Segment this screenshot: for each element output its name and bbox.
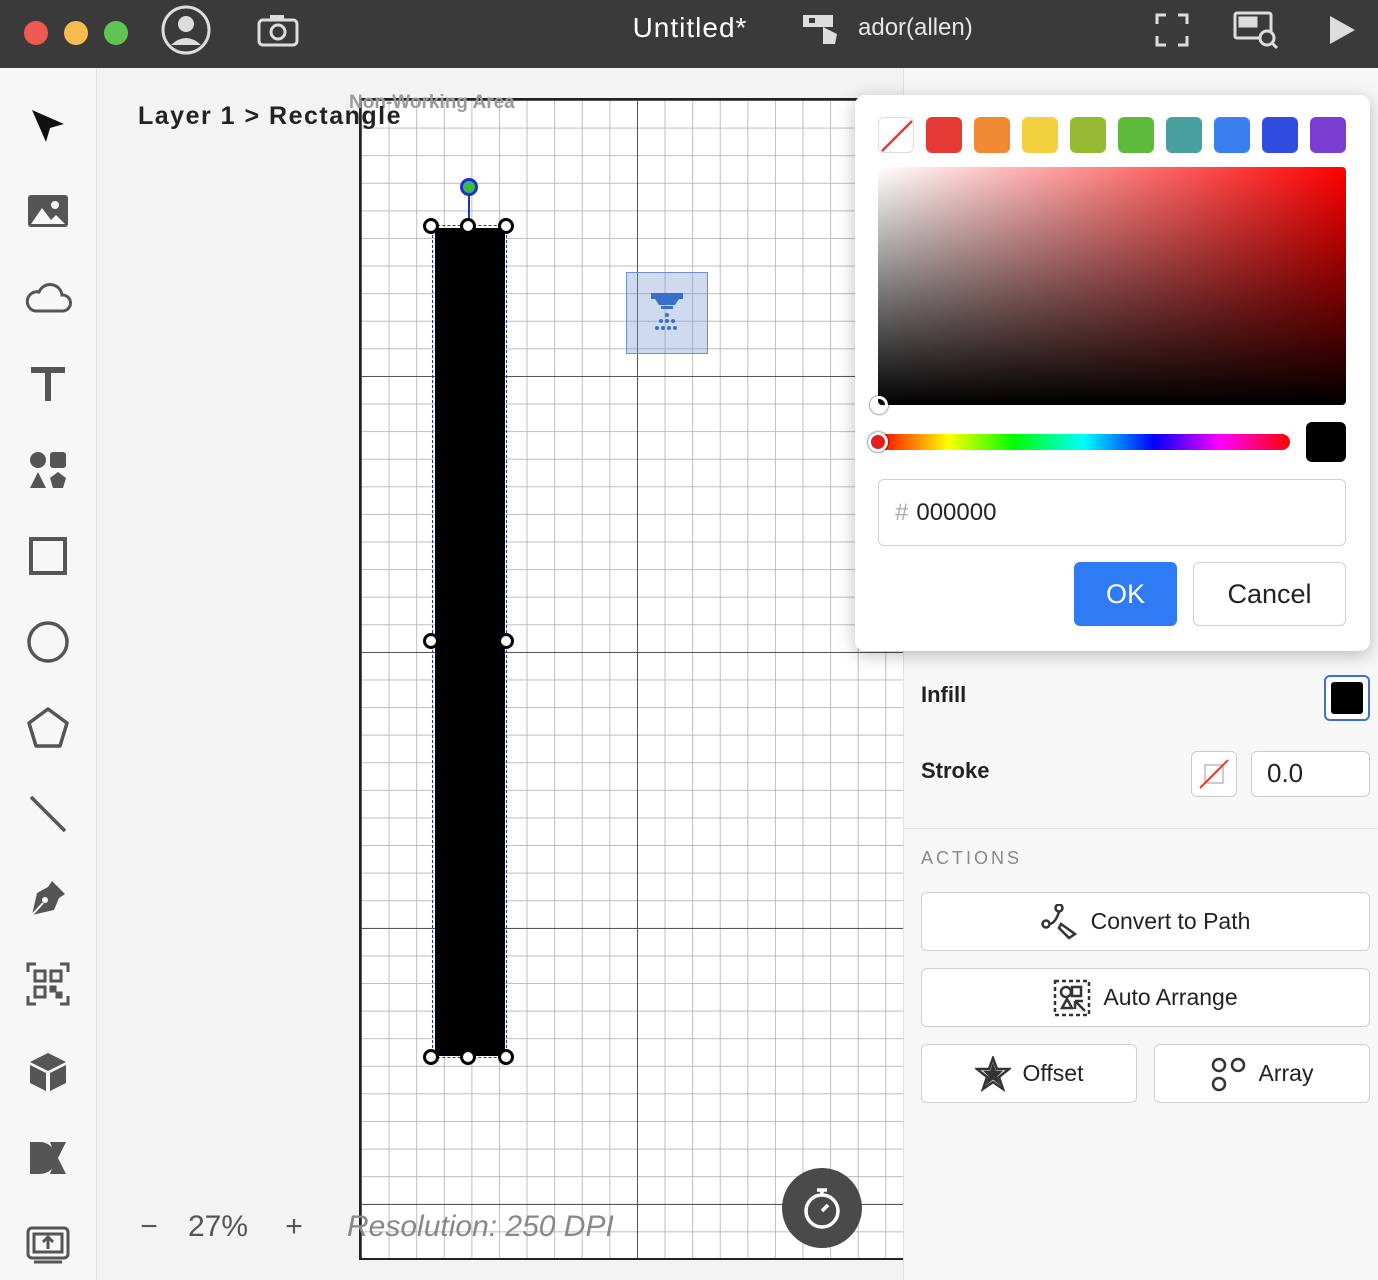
preset-yellow[interactable] [1022,117,1058,153]
zoom-level[interactable]: 27% [188,1210,268,1244]
preset-green[interactable] [1118,117,1154,153]
text-icon[interactable] [18,354,78,414]
canvas-area[interactable]: Non-Working Area Layer 1 > Rectangle − 2… [97,68,919,1280]
hex-color-field[interactable]: # [878,479,1346,546]
hex-color-input[interactable] [916,498,1297,527]
color-picker-popover: # OK Cancel [855,95,1370,651]
auto-arrange-label: Auto Arrange [1103,984,1238,1010]
rotate-handle[interactable] [460,178,478,196]
preset-red[interactable] [926,117,962,153]
auto-arrange-icon [1054,979,1091,1016]
window-title: Untitled* [632,12,748,43]
qrcode-icon[interactable] [18,954,78,1014]
hue-slider-handle[interactable] [868,432,888,452]
resize-handle-se[interactable] [498,1049,514,1065]
hex-prefix: # [895,498,909,526]
convert-to-path-label: Convert to Path [1090,908,1251,934]
elements-icon[interactable] [18,440,78,500]
pen-icon[interactable] [18,868,78,928]
array-button[interactable]: Array [1154,1044,1370,1103]
fullscreen-icon[interactable] [1152,10,1192,50]
play-icon[interactable] [1322,10,1362,50]
resolution-label: Resolution: 250 DPI [347,1210,614,1243]
saturation-area[interactable] [878,167,1346,405]
stroke-color-swatch[interactable] [1191,751,1237,797]
box-icon[interactable] [18,1042,78,1102]
resize-handle-ne[interactable] [498,218,514,234]
stroke-label: Stroke [921,758,990,783]
no-color-icon [881,120,913,152]
path-icon [1040,903,1077,940]
zoom-window-button[interactable] [104,21,128,45]
hue-slider[interactable] [878,434,1290,450]
preset-orange[interactable] [974,117,1010,153]
left-toolbar [0,68,97,1280]
saturation-cursor[interactable] [870,396,888,414]
convert-to-path-button[interactable]: Convert to Path [921,892,1370,951]
preset-olive[interactable] [1070,117,1106,153]
stroke-width-input[interactable]: 0.0 [1251,751,1370,797]
app-window: Untitled* ador(allen) Non-Working Area L… [0,0,1378,1280]
cursor-icon[interactable] [18,96,78,156]
preset-indigo[interactable] [1262,117,1298,153]
infill-color-swatch[interactable] [1324,675,1370,721]
stopwatch-icon [804,1188,840,1229]
timer-button[interactable] [782,1168,862,1248]
preset-teal[interactable] [1166,117,1202,153]
dxf-icon[interactable] [18,1128,78,1188]
line-icon[interactable] [18,784,78,844]
zoom-controls: − 27% + [137,1210,306,1244]
cancel-button[interactable]: Cancel [1193,562,1346,626]
array-label: Array [1258,1060,1314,1086]
rectangle-icon[interactable] [18,526,78,586]
auto-arrange-button[interactable]: Auto Arrange [921,968,1370,1027]
no-color-preset[interactable] [878,117,914,153]
laser-head-icon [626,272,708,354]
resize-handle-w[interactable] [423,633,439,649]
actions-title: ACTIONS [921,848,1023,868]
preview-icon[interactable] [1232,8,1280,52]
offset-star-icon [974,1055,1011,1092]
offset-button[interactable]: Offset [921,1044,1137,1103]
selection-box [432,225,507,1058]
preset-blue[interactable] [1214,117,1250,153]
preset-purple[interactable] [1310,117,1346,153]
resize-handle-nw[interactable] [423,218,439,234]
array-icon [1211,1057,1245,1091]
image-icon[interactable] [18,181,78,241]
infill-color-fill [1331,682,1363,714]
camera-icon[interactable] [256,10,300,50]
layer-panel-icon[interactable] [18,1214,78,1274]
zoom-in-button[interactable]: + [282,1210,306,1244]
machine-icon[interactable] [800,10,844,50]
no-stroke-icon [1199,759,1229,789]
offset-label: Offset [1022,1060,1084,1086]
account-icon[interactable] [160,4,212,56]
zoom-out-button[interactable]: − [137,1210,161,1244]
cloud-icon[interactable] [18,268,78,328]
ellipse-icon[interactable] [18,612,78,672]
current-color-preview [1306,422,1346,462]
resize-handle-sw[interactable] [423,1049,439,1065]
minimize-window-button[interactable] [64,21,88,45]
resize-handle-s[interactable] [460,1049,476,1065]
close-window-button[interactable] [24,21,48,45]
resize-handle-n[interactable] [460,218,476,234]
title-bar: Untitled* ador(allen) [0,0,1378,68]
breadcrumb: Layer 1 > Rectangle [138,102,403,130]
infill-label: Infill [921,682,967,707]
actions-divider [904,828,1378,829]
device-name[interactable]: ador(allen) [858,14,973,42]
polygon-icon[interactable] [18,698,78,758]
ok-button[interactable]: OK [1074,562,1177,626]
resize-handle-e[interactable] [498,633,514,649]
